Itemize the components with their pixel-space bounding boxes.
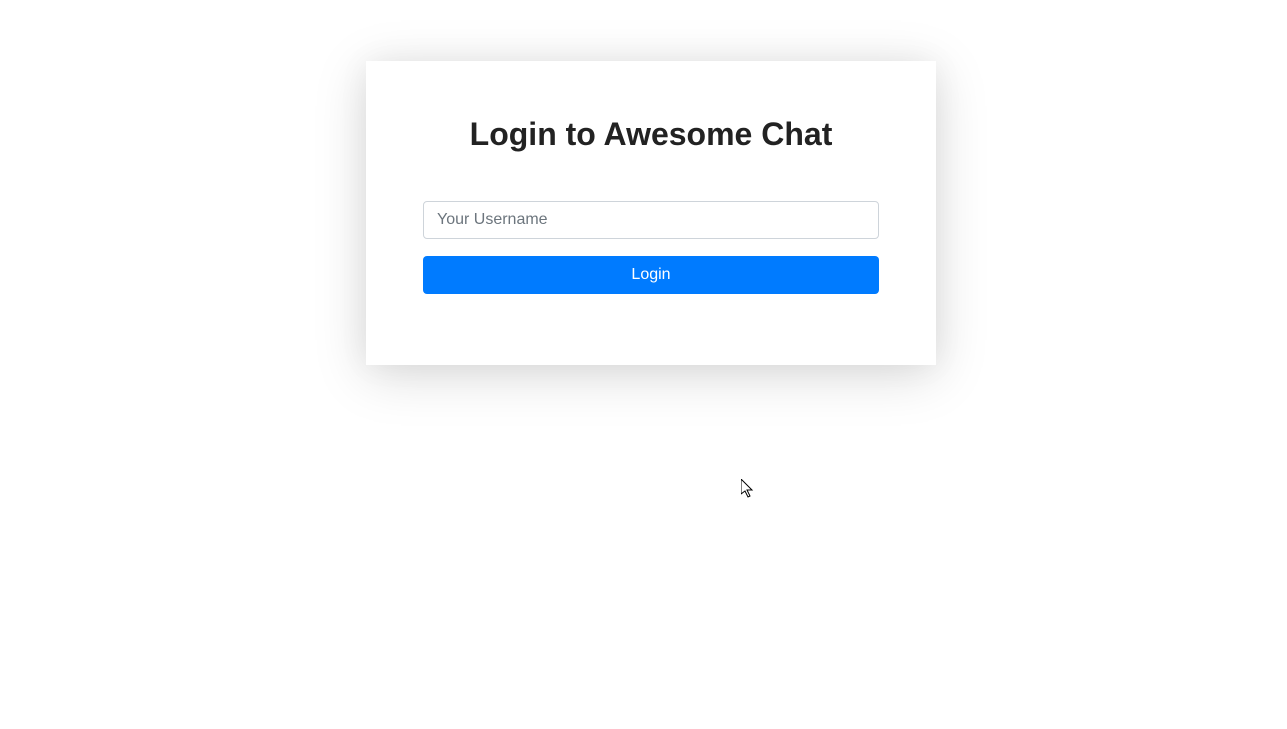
login-card: Login to Awesome Chat Login bbox=[366, 61, 936, 365]
login-title: Login to Awesome Chat bbox=[470, 116, 833, 153]
login-button[interactable]: Login bbox=[423, 256, 879, 294]
username-input[interactable] bbox=[423, 201, 879, 239]
cursor-icon bbox=[741, 479, 755, 499]
